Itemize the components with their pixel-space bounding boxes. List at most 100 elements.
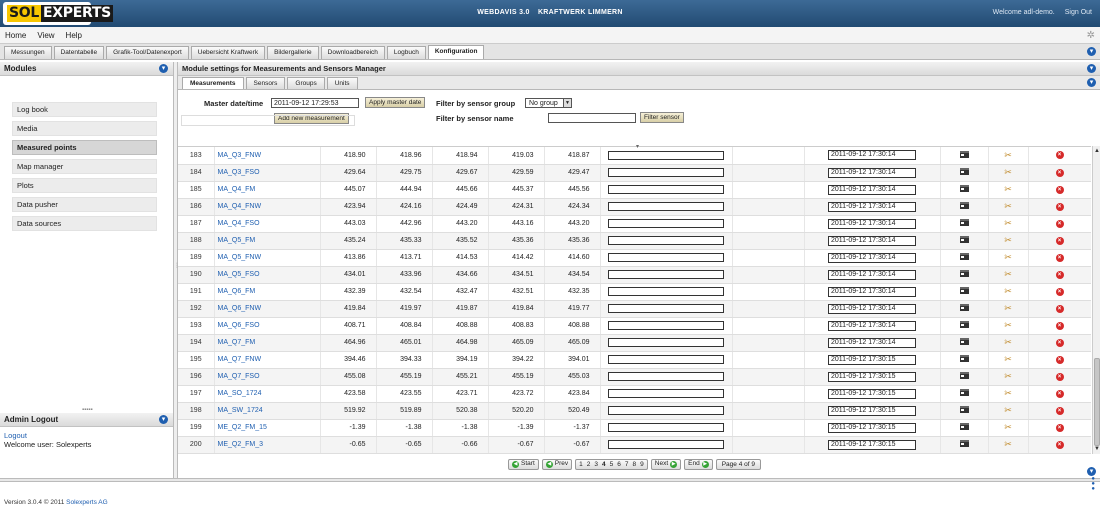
calendar-icon[interactable] — [959, 406, 969, 413]
new-value-input[interactable] — [608, 150, 724, 160]
collapse-settings-icon[interactable]: ▾ — [1087, 64, 1096, 73]
delete-icon[interactable]: × — [1055, 355, 1064, 364]
subtab-sensors[interactable]: Sensors — [245, 77, 286, 89]
datetime-input[interactable]: 2011-09-12 17:30:15 — [828, 422, 916, 433]
page-5-link[interactable]: 5 — [610, 460, 614, 469]
edit-tools-icon[interactable]: ✂ — [1004, 304, 1012, 313]
page-4-link[interactable]: 4 — [602, 460, 606, 469]
sensor-name-link[interactable]: MA_Q4_FSO — [214, 215, 321, 233]
delete-icon[interactable]: × — [1055, 304, 1064, 313]
calendar-icon[interactable] — [959, 270, 969, 277]
edit-tools-icon[interactable]: ✂ — [1004, 440, 1012, 449]
sensor-name-link[interactable]: MA_Q7_FM — [214, 334, 321, 352]
sensor-name-link[interactable]: MA_Q7_FNW — [214, 351, 321, 369]
calendar-icon[interactable] — [959, 304, 969, 311]
new-value-input[interactable] — [608, 423, 724, 432]
company-link[interactable]: Solexperts AG — [66, 499, 108, 506]
pager-prev-button[interactable]: ◀ Prev — [541, 458, 573, 470]
side-menu-icon[interactable]: ● ● ● — [1091, 476, 1095, 492]
module-media[interactable]: Media — [12, 121, 157, 136]
table-scrollbar[interactable]: ▲ ▼ — [1092, 146, 1100, 454]
subtab-units[interactable]: Units — [326, 77, 358, 89]
filter-sensor-button[interactable]: Filter sensor — [640, 112, 684, 123]
collapse-icon[interactable]: ▾ — [1087, 47, 1096, 56]
edit-tools-icon[interactable]: ✂ — [1004, 168, 1012, 177]
page-9-link[interactable]: 9 — [640, 460, 644, 469]
pager-next-button[interactable]: Next ▶ — [650, 458, 682, 470]
new-value-input[interactable] — [608, 355, 724, 364]
sensor-name-link[interactable]: MA_Q5_FSO — [214, 266, 321, 284]
collapse-modules-icon[interactable]: ▾ — [159, 64, 168, 73]
datetime-input[interactable]: 2011-09-12 17:30:14 — [828, 303, 916, 314]
tab-messungen[interactable]: Messungen — [4, 46, 52, 59]
datetime-input[interactable]: 2011-09-12 17:30:15 — [828, 388, 916, 399]
menu-view[interactable]: View — [37, 31, 54, 40]
page-3-link[interactable]: 3 — [594, 460, 598, 469]
calendar-icon[interactable] — [959, 355, 969, 362]
datetime-input[interactable]: 2011-09-12 17:30:14 — [828, 269, 916, 280]
delete-icon[interactable]: × — [1055, 372, 1064, 381]
edit-tools-icon[interactable]: ✂ — [1004, 321, 1012, 330]
datetime-input[interactable]: 2011-09-12 17:30:15 — [828, 354, 916, 365]
subtab-groups[interactable]: Groups — [287, 77, 325, 89]
new-value-input[interactable] — [608, 185, 724, 194]
calendar-icon[interactable] — [959, 219, 969, 226]
new-value-input[interactable] — [608, 287, 724, 296]
calendar-icon[interactable] — [959, 321, 969, 328]
new-value-input[interactable] — [608, 304, 724, 313]
calendar-icon[interactable] — [959, 338, 969, 345]
edit-tools-icon[interactable]: ✂ — [1004, 287, 1012, 296]
calendar-icon[interactable] — [959, 440, 969, 447]
datetime-input[interactable]: 2011-09-12 17:30:15 — [828, 439, 916, 450]
page-1-link[interactable]: 1 — [579, 460, 583, 469]
calendar-icon[interactable] — [959, 168, 969, 175]
edit-tools-icon[interactable]: ✂ — [1004, 406, 1012, 415]
collapse-admin-icon[interactable]: ▾ — [159, 415, 168, 424]
module-map-manager[interactable]: Map manager — [12, 159, 157, 174]
name-filter-input[interactable] — [548, 113, 636, 123]
master-date-input[interactable]: 2011-09-12 17:29:53 — [271, 98, 359, 108]
delete-icon[interactable]: × — [1055, 287, 1064, 296]
delete-icon[interactable]: × — [1055, 270, 1064, 279]
scroll-up-icon[interactable]: ▲ — [1094, 148, 1100, 154]
sensor-name-link[interactable]: MA_SO_1724 — [214, 385, 321, 403]
sensor-name-link[interactable]: ME_Q2_FM_15 — [214, 419, 321, 437]
sensor-name-link[interactable]: MA_Q5_FNW — [214, 249, 321, 267]
new-value-input[interactable] — [608, 338, 724, 347]
delete-icon[interactable]: × — [1055, 423, 1064, 432]
delete-icon[interactable]: × — [1055, 219, 1064, 228]
datetime-input[interactable]: 2011-09-12 17:30:14 — [828, 235, 916, 246]
page-8-link[interactable]: 8 — [633, 460, 637, 469]
page-2-link[interactable]: 2 — [587, 460, 591, 469]
pager-end-button[interactable]: End ▶ — [684, 458, 713, 470]
datetime-input[interactable]: 2011-09-12 17:30:14 — [828, 218, 916, 229]
datetime-input[interactable]: 2011-09-12 17:30:14 — [828, 337, 916, 348]
sensor-name-link[interactable]: MA_Q7_FSO — [214, 368, 321, 386]
module-plots[interactable]: Plots — [12, 178, 157, 193]
page-7-link[interactable]: 7 — [625, 460, 629, 469]
calendar-icon[interactable] — [959, 202, 969, 209]
scroll-thumb[interactable] — [1094, 358, 1100, 446]
new-value-input[interactable] — [608, 389, 724, 398]
datetime-input[interactable]: 2011-09-12 17:30:15 — [828, 371, 916, 382]
calendar-icon[interactable] — [959, 372, 969, 379]
datetime-input[interactable]: 2011-09-12 17:30:14 — [828, 201, 916, 212]
calendar-icon[interactable] — [959, 389, 969, 396]
apply-master-date-button[interactable]: Apply master date — [365, 97, 426, 108]
group-filter-select[interactable]: No group ▼ — [525, 98, 572, 108]
delete-icon[interactable]: × — [1055, 338, 1064, 347]
logout-link[interactable]: Logout — [4, 431, 27, 440]
sensor-name-link[interactable]: MA_Q4_FM — [214, 181, 321, 199]
edit-tools-icon[interactable]: ✂ — [1004, 270, 1012, 279]
delete-icon[interactable]: × — [1055, 202, 1064, 211]
delete-icon[interactable]: × — [1055, 151, 1064, 160]
delete-icon[interactable]: × — [1055, 168, 1064, 177]
datetime-input[interactable]: 2011-09-12 17:30:14 — [828, 167, 916, 178]
module-measured-points[interactable]: Measured points — [12, 140, 157, 155]
new-value-input[interactable] — [608, 202, 724, 211]
edit-tools-icon[interactable]: ✂ — [1004, 185, 1012, 194]
delete-icon[interactable]: × — [1055, 236, 1064, 245]
edit-tools-icon[interactable]: ✂ — [1004, 423, 1012, 432]
new-value-input[interactable] — [608, 168, 724, 177]
datetime-input[interactable]: 2011-09-12 17:30:14 — [828, 286, 916, 297]
